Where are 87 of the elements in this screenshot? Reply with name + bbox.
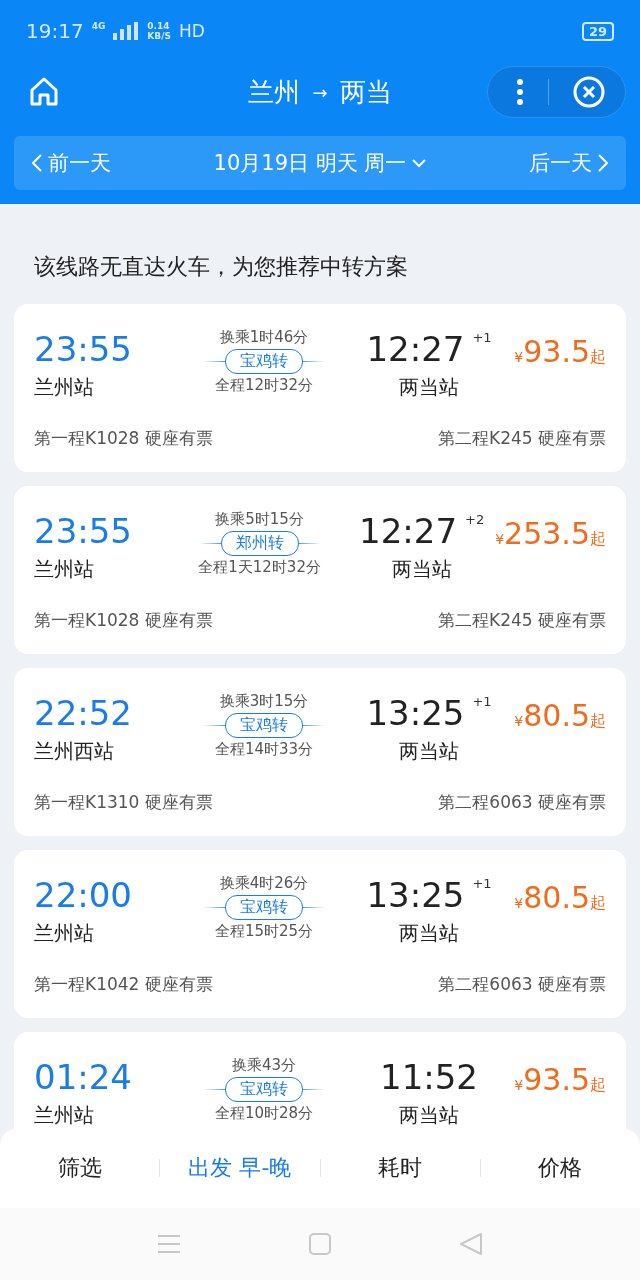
price: 93.5 bbox=[523, 334, 590, 369]
price-suffix: 起 bbox=[590, 711, 606, 732]
arrival-station: 两当站 bbox=[399, 1102, 459, 1129]
price: 80.5 bbox=[523, 698, 590, 733]
route-card[interactable]: 22:00 兰州站 换乘4时26分 宝鸡转 全程15时25分 13:25 +1 两当站 ¥80.5起 第一程K1042 硬座有票 第二程6063 硬座有票 bbox=[14, 850, 626, 1018]
sort-tab[interactable]: 出发 早-晚 bbox=[160, 1153, 320, 1183]
total-duration: 全程12时32分 bbox=[214, 376, 314, 395]
speed-value: 0.14 bbox=[147, 21, 171, 31]
price: 80.5 bbox=[523, 880, 590, 915]
currency-symbol: ¥ bbox=[514, 1077, 524, 1093]
arrival-station: 两当站 bbox=[391, 556, 452, 583]
network-type: 4G bbox=[91, 21, 106, 31]
price-suffix: 起 bbox=[590, 1075, 606, 1096]
price: 253.5 bbox=[504, 516, 590, 551]
transfer-wait: 换乘1时46分 bbox=[219, 328, 309, 347]
transfer-wait: 换乘4时26分 bbox=[219, 874, 309, 893]
second-leg-info: 第二程K245 硬座有票 bbox=[438, 609, 606, 632]
total-duration: 全程10时28分 bbox=[214, 1104, 314, 1123]
transfer-badge: 宝鸡转 bbox=[225, 713, 303, 738]
chevron-left-icon bbox=[32, 154, 42, 172]
hd-label: HD bbox=[178, 21, 205, 41]
day-offset: +1 bbox=[472, 876, 492, 891]
departure-time: 23:55 bbox=[34, 328, 133, 370]
transfer-badge: 宝鸡转 bbox=[225, 895, 303, 920]
departure-station: 兰州站 bbox=[34, 556, 95, 583]
currency-symbol: ¥ bbox=[495, 531, 505, 547]
total-duration: 全程14时33分 bbox=[214, 740, 314, 759]
arrival-time: 12:27 bbox=[359, 510, 458, 552]
arrival-station: 两当站 bbox=[399, 374, 459, 401]
status-time: 19:17 bbox=[26, 19, 84, 43]
sort-tab[interactable]: 耗时 bbox=[320, 1153, 480, 1183]
route-arrow: → bbox=[312, 81, 328, 103]
departure-time: 23:55 bbox=[34, 510, 133, 552]
battery-indicator: 29 bbox=[581, 21, 614, 41]
departure-station: 兰州站 bbox=[34, 1102, 95, 1129]
arrival-time: 11:52 bbox=[380, 1056, 478, 1098]
departure-station: 兰州站 bbox=[34, 920, 95, 947]
departure-station: 兰州站 bbox=[34, 374, 95, 401]
total-duration: 全程15时25分 bbox=[214, 922, 314, 941]
currency-symbol: ¥ bbox=[514, 895, 524, 911]
second-leg-info: 第二程K245 硬座有票 bbox=[438, 427, 606, 450]
arrival-time: 13:25 bbox=[366, 874, 465, 916]
second-leg-info: 第二程6063 硬座有票 bbox=[438, 973, 606, 996]
transfer-badge: 宝鸡转 bbox=[225, 349, 303, 374]
transfer-wait: 换乘5时15分 bbox=[215, 510, 304, 529]
destination-city: 两当 bbox=[339, 75, 392, 109]
price-suffix: 起 bbox=[590, 893, 606, 914]
departure-time: 01:24 bbox=[34, 1056, 133, 1098]
arrival-time: 13:25 bbox=[366, 692, 465, 734]
arrival-station: 两当站 bbox=[399, 738, 459, 765]
currency-symbol: ¥ bbox=[514, 713, 524, 729]
speed-unit: KB/S bbox=[147, 31, 171, 41]
arrival-time: 12:27 bbox=[366, 328, 465, 370]
first-leg-info: 第一程K1028 硬座有票 bbox=[34, 427, 213, 450]
departure-station: 兰州西站 bbox=[34, 738, 115, 765]
sort-tab[interactable]: 筛选 bbox=[0, 1153, 160, 1183]
first-leg-info: 第一程K1042 硬座有票 bbox=[34, 973, 213, 996]
transfer-badge: 郑州转 bbox=[220, 531, 299, 556]
day-offset: +1 bbox=[472, 330, 492, 345]
chevron-right-icon bbox=[598, 154, 608, 172]
more-icon[interactable] bbox=[516, 78, 524, 106]
departure-time: 22:52 bbox=[34, 692, 133, 734]
currency-symbol: ¥ bbox=[514, 349, 524, 365]
signal-icon bbox=[113, 22, 140, 40]
day-offset: +1 bbox=[472, 694, 492, 709]
total-duration: 全程1天12时32分 bbox=[198, 558, 321, 577]
close-icon[interactable] bbox=[573, 76, 605, 108]
price-suffix: 起 bbox=[590, 529, 606, 550]
notice-text: 该线路无直达火车，为您推荐中转方案 bbox=[33, 253, 409, 281]
transfer-wait: 换乘43分 bbox=[231, 1056, 297, 1075]
chevron-down-icon bbox=[412, 158, 427, 168]
second-leg-info: 第二程6063 硬座有票 bbox=[438, 791, 606, 814]
transfer-wait: 换乘3时15分 bbox=[219, 692, 309, 711]
day-offset: +2 bbox=[465, 512, 485, 527]
origin-city: 兰州 bbox=[248, 75, 301, 109]
sort-tab[interactable]: 价格 bbox=[480, 1153, 640, 1183]
departure-time: 22:00 bbox=[34, 874, 133, 916]
first-leg-info: 第一程K1028 硬座有票 bbox=[34, 609, 213, 632]
price-suffix: 起 bbox=[590, 347, 606, 368]
route-card[interactable]: 23:55 兰州站 换乘5时15分 郑州转 全程1天12时32分 12:27 +2 两当站 ¥253.5起 第一程K1028 硬座有票 第二程K245 硬座有票 bbox=[14, 486, 626, 654]
route-card[interactable]: 23:55 兰州站 换乘1时46分 宝鸡转 全程12时32分 12:27 +1 两当站 ¥93.5起 第一程K1028 硬座有票 第二程K245 硬座有票 bbox=[14, 304, 626, 472]
home-icon[interactable] bbox=[28, 76, 60, 108]
route-card[interactable]: 22:52 兰州西站 换乘3时15分 宝鸡转 全程14时33分 13:25 +1 两当站 ¥80.5起 第一程K1310 硬座有票 第二程6063 硬座有票 bbox=[14, 668, 626, 836]
arrival-station: 两当站 bbox=[399, 920, 459, 947]
price: 93.5 bbox=[523, 1062, 590, 1097]
transfer-badge: 宝鸡转 bbox=[225, 1077, 303, 1102]
first-leg-info: 第一程K1310 硬座有票 bbox=[34, 791, 213, 814]
